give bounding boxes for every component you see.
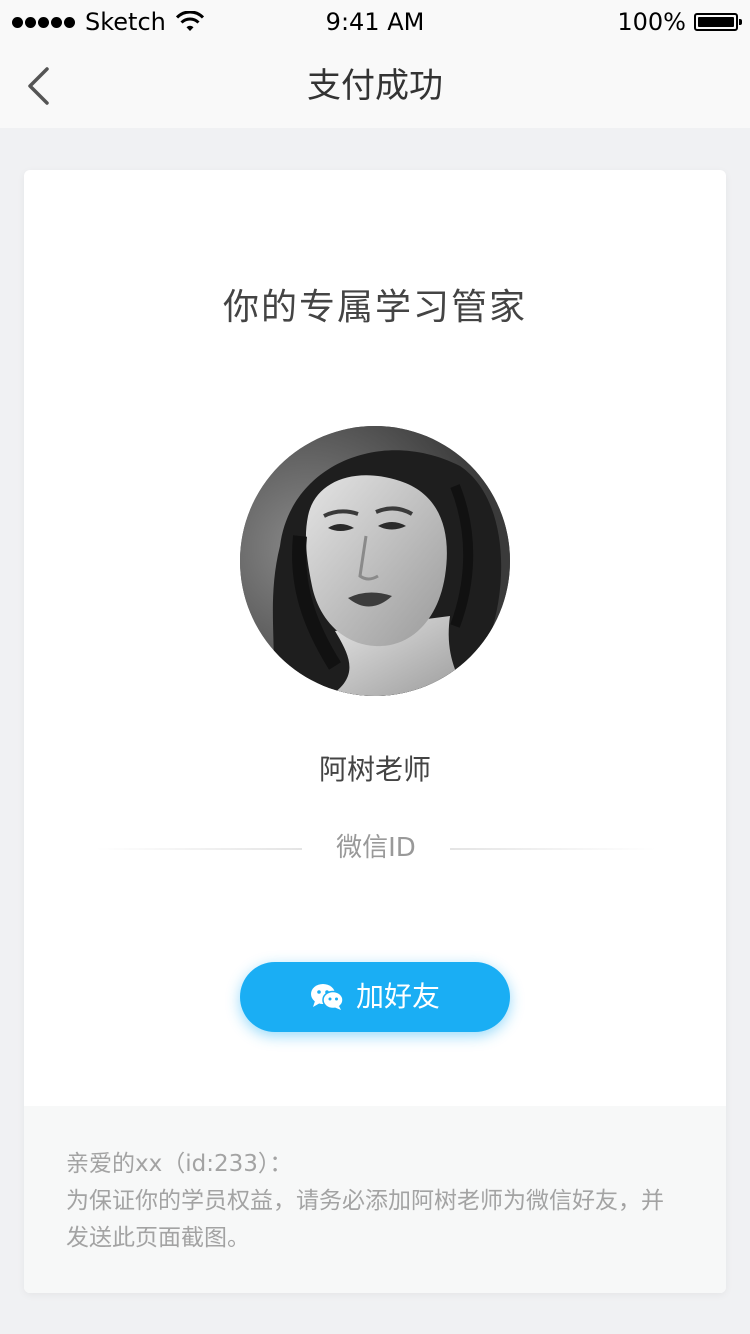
wechat-icon bbox=[310, 984, 344, 1010]
battery-percentage: 100% bbox=[617, 8, 686, 36]
teacher-name: 阿树老师 bbox=[318, 753, 431, 786]
avatar-portrait-image bbox=[240, 426, 510, 696]
card-title: 你的专属学习管家 bbox=[222, 287, 527, 328]
add-friend-label: 加好友 bbox=[355, 980, 440, 1013]
divider bbox=[450, 848, 656, 850]
notice-text: 亲爱的xx（id:233）： 为保证你的学员权益，请务必添加阿树老师为微信好友，… bbox=[66, 1146, 686, 1257]
notice-section: 亲爱的xx（id:233）： 为保证你的学员权益，请务必添加阿树老师为微信好友，… bbox=[24, 1106, 726, 1293]
notice-body: 为保证你的学员权益，请务必添加阿树老师为微信好友，并发送此页面截图。 bbox=[66, 1188, 664, 1251]
wechat-id-label: 微信ID bbox=[336, 833, 416, 863]
wechat-id-row: 微信ID bbox=[24, 826, 726, 870]
advisor-card: 你的专属学习管家 阿树老师 微信ID 加好友 亲爱的xx（id:233）： 为保… bbox=[24, 170, 726, 1293]
avatar bbox=[240, 426, 510, 696]
battery-icon bbox=[694, 13, 742, 31]
notice-greeting: 亲爱的xx（id:233）： bbox=[66, 1151, 293, 1177]
page-title: 支付成功 bbox=[307, 66, 443, 106]
nav-bar: 支付成功 bbox=[0, 44, 750, 128]
add-friend-button[interactable]: 加好友 bbox=[240, 962, 510, 1032]
divider bbox=[96, 848, 302, 850]
status-right: 100% bbox=[617, 6, 742, 38]
status-bar: Sketch 9:41 AM 100% bbox=[0, 0, 750, 44]
